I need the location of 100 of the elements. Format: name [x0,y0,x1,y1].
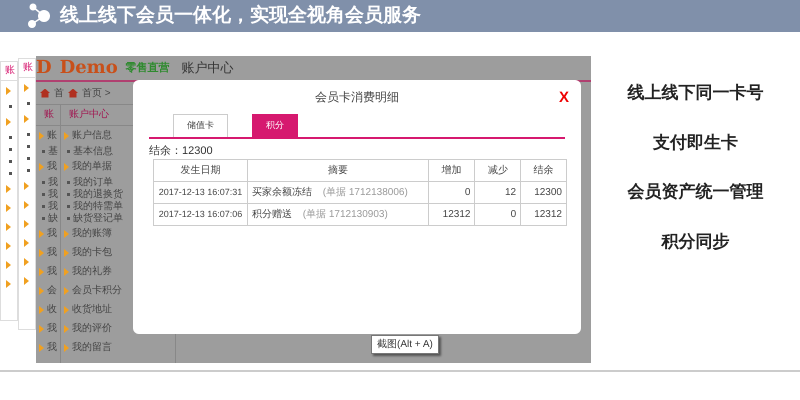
sidebar-item[interactable]: 会 [47,283,57,298]
table-cell: 0 [428,182,475,204]
window-tab-label[interactable]: 账 [1,62,17,81]
table-cell: 2017-12-13 16:07:31 [154,182,248,204]
arrow-bullet-icon [24,276,29,284]
dot-bullet-icon [9,136,12,138]
table-cell: 0 [474,204,521,226]
sidebar-item[interactable]: 缺货登记单 [73,210,123,226]
breadcrumb-link[interactable]: 首页 > [82,86,111,100]
modal-title: 会员卡消费明细 [315,89,399,106]
column-header: 增加 [428,160,475,182]
sidebar-item[interactable]: 我 [47,321,57,336]
summary-text: 买家余额冻结 [252,187,312,198]
logo-text: D [36,59,52,77]
sidebar-item[interactable]: 我的礼券 [72,264,112,279]
sidebar-item[interactable]: 账 [47,128,57,143]
dot-bullet-icon [27,144,30,148]
arrow-bullet-icon [64,230,69,238]
sidebar-item[interactable]: 我的单据 [72,159,112,174]
dot-bullet-icon [9,104,12,108]
table-cell: 12312 [428,204,475,226]
note-text: (单据 1712130903) [302,209,388,220]
sidebar-item[interactable]: 收货地址 [72,302,112,317]
arrow-bullet-icon [6,242,11,250]
home-icon[interactable] [40,88,50,98]
screenshot-tooltip: 截图(Alt + A) [371,335,439,354]
sidebar-item[interactable]: 我的账簿 [72,226,112,241]
sidebar-item[interactable]: 基 [48,144,58,158]
brand-label: 零售直营 [126,60,170,76]
arrow-bullet-icon [64,162,69,170]
arrow-bullet-icon [39,268,44,276]
dot-bullet-icon [42,180,45,184]
arrow-bullet-icon [6,222,11,230]
column-header: 减少 [474,160,521,182]
dot-bullet-icon [42,150,45,152]
arrow-bullet-icon [64,268,69,276]
tab[interactable]: 积分 [252,114,298,136]
arrow-bullet-icon [39,248,44,256]
arrow-bullet-icon [6,280,11,288]
sidebar-item[interactable]: 基本信息 [73,144,113,158]
sidebar-item[interactable]: 我 [48,186,58,202]
sidebar-item[interactable]: 我 [47,226,57,241]
dot-bullet-icon [67,192,70,196]
dot-bullet-icon [27,168,30,172]
feature-text: 线上线下同一卡号 [628,82,764,104]
sidebar-item[interactable]: 我 [48,174,58,190]
sidebar-item[interactable]: 我 [47,245,57,260]
arrow-bullet-icon [64,344,69,352]
dot-bullet-icon [67,204,70,208]
sidebar-item[interactable]: 会员卡积分 [72,283,122,298]
arrow-bullet-icon [24,114,29,122]
sidebar-item[interactable]: 账户信息 [72,128,112,143]
feature-text: 积分同步 [662,230,730,252]
arrow-bullet-icon [6,86,11,94]
home-icon[interactable] [68,88,78,98]
sidebar-item[interactable]: 我 [47,264,57,279]
sidebar-item[interactable]: 我 [47,340,57,355]
window-tab-label[interactable]: 账 [19,59,35,78]
sidebar-item[interactable]: 我 [48,198,58,214]
page-title: 账户中心 [182,59,234,78]
slide-title: 线上线下会员一体化，实现全视角会员服务 [60,4,421,28]
dot-bullet-icon [42,204,45,208]
arrow-bullet-icon [24,84,29,92]
sidebar-item[interactable]: 缺 [48,210,58,226]
arrow-bullet-icon [24,220,29,228]
dot-bullet-icon [67,150,70,152]
arrow-bullet-icon [39,286,44,294]
note-text: (单据 1712138006) [322,187,408,198]
arrow-bullet-icon [6,260,11,268]
sidebar-item[interactable]: 收 [47,302,57,317]
arrow-bullet-icon [6,184,11,192]
sidebar-item[interactable]: 我的订单 [73,174,113,190]
dot-bullet-icon [27,102,30,104]
sidebar-item[interactable]: 我的留言 [72,340,112,355]
sidebar-item[interactable]: 我的退换货 [73,186,123,202]
feature-text: 支付即生卡 [653,132,738,154]
feature-text: 会员资产统一管理 [628,181,764,203]
dot-bullet-icon [27,156,30,160]
column-header: 摘要 [247,160,428,182]
sidebar-item[interactable]: 我的卡包 [72,245,112,260]
arrow-bullet-icon [39,132,44,140]
close-button[interactable]: X [558,90,569,104]
dot-bullet-icon [9,148,12,150]
arrow-bullet-icon [64,132,69,140]
tab[interactable]: 储值卡 [173,114,228,136]
arrow-bullet-icon [6,204,11,212]
arrow-bullet-icon [39,306,44,314]
breadcrumb-link[interactable]: 首 [54,86,64,100]
arrow-bullet-icon [64,286,69,294]
arrow-bullet-icon [24,200,29,208]
summary-text: 积分赠送 [252,209,292,220]
dot-bullet-icon [9,160,12,162]
sidebar-item[interactable]: 我的评价 [72,321,112,336]
balance-text: 结余：12300 [149,144,214,158]
arrow-bullet-icon [64,248,69,256]
sidebar-item[interactable]: 我 [47,159,57,174]
sidebar-header: 账 [36,104,60,126]
arrow-bullet-icon [24,258,29,266]
arrow-bullet-icon [24,182,29,190]
sidebar-item[interactable]: 我的特需单 [73,198,123,214]
